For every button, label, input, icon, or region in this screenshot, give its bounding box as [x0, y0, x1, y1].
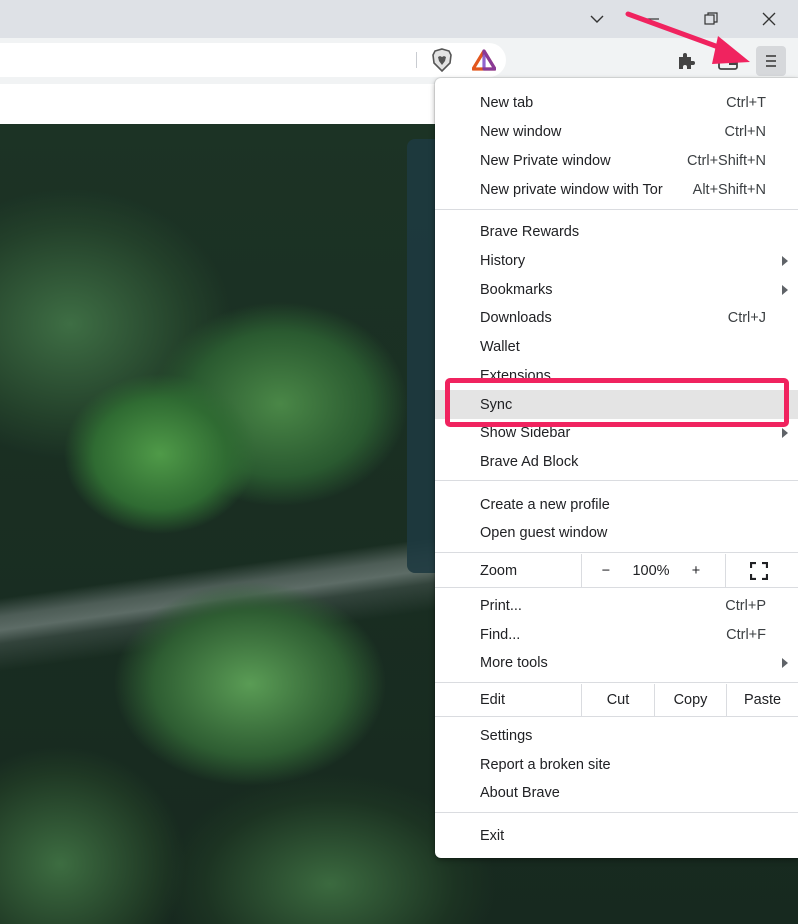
menu-item-create-profile[interactable]: Create a new profile: [435, 490, 798, 519]
brave-shields-button[interactable]: [428, 46, 456, 74]
menu-item-more-tools[interactable]: More tools: [435, 648, 798, 677]
cut-button[interactable]: Cut: [582, 684, 654, 716]
menu-item-brave-ad-block[interactable]: Brave Ad Block: [435, 447, 798, 476]
zoom-divider: [581, 554, 582, 587]
menu-item-shortcut: Ctrl+J: [727, 309, 766, 326]
menu-divider: [435, 812, 798, 813]
zoom-divider: [725, 554, 726, 587]
menu-item-shortcut: Ctrl+T: [726, 94, 766, 111]
menu-item-label: Brave Ad Block: [480, 453, 579, 470]
menu-divider: [435, 682, 798, 683]
menu-divider: [435, 480, 798, 481]
menu-item-label: More tools: [480, 654, 548, 671]
brave-rewards-icon: [472, 49, 496, 71]
zoom-label: Zoom: [480, 562, 518, 579]
menu-divider: [435, 716, 798, 717]
brave-rewards-button[interactable]: [470, 46, 498, 74]
paste-button[interactable]: Paste: [727, 684, 798, 716]
menu-item-label: Exit: [480, 827, 505, 844]
menu-item-history[interactable]: History: [435, 246, 798, 275]
chevron-down-icon: [590, 15, 604, 23]
zoom-out-button[interactable]: −: [591, 554, 621, 587]
menu-item-exit[interactable]: Exit: [435, 821, 798, 850]
menu-item-label: Bookmarks: [480, 281, 553, 298]
pointer-arrow-annotation: [625, 11, 750, 64]
menu-item-label: New private window with Tor: [480, 181, 663, 198]
menu-item-brave-rewards[interactable]: Brave Rewards: [435, 217, 798, 246]
menu-item-label: Print...: [480, 597, 522, 614]
menu-item-label: New window: [480, 123, 562, 140]
menu-item-label: Open guest window: [480, 524, 608, 541]
main-menu-button[interactable]: [756, 46, 786, 76]
address-bar[interactable]: [0, 43, 506, 77]
menu-item-shortcut: Ctrl+P: [725, 597, 766, 614]
submenu-arrow-icon: [782, 657, 788, 668]
menu-divider: [435, 587, 798, 588]
menu-item-new-window[interactable]: New window Ctrl+N: [435, 117, 798, 146]
menu-item-label: Downloads: [480, 309, 552, 326]
menu-item-new-private-window[interactable]: New Private window Ctrl+Shift+N: [435, 146, 798, 175]
menu-item-report-broken-site[interactable]: Report a broken site: [435, 750, 798, 779]
zoom-in-button[interactable]: +: [681, 554, 711, 587]
menu-item-label: Settings: [480, 727, 533, 744]
close-icon: [762, 12, 776, 26]
menu-item-label: About Brave: [480, 784, 560, 801]
menu-item-label: New Private window: [480, 152, 611, 169]
menu-item-guest-window[interactable]: Open guest window: [435, 518, 798, 547]
menu-item-shortcut: Ctrl+Shift+N: [687, 152, 766, 169]
menu-item-label: Create a new profile: [480, 496, 610, 513]
menu-divider: [435, 552, 798, 553]
menu-item-print[interactable]: Print... Ctrl+P: [435, 591, 798, 620]
submenu-arrow-icon: [782, 255, 788, 266]
fullscreen-icon: [750, 561, 768, 580]
menu-item-shortcut: Ctrl+F: [726, 626, 766, 643]
menu-item-label: History: [480, 252, 526, 269]
omnibox-divider: [416, 52, 417, 68]
menu-item-label: Wallet: [480, 338, 520, 355]
menu-item-label: New tab: [480, 94, 534, 111]
menu-item-wallet[interactable]: Wallet: [435, 332, 798, 361]
menu-item-about-brave[interactable]: About Brave: [435, 778, 798, 807]
menu-item-shortcut: Alt+Shift+N: [692, 181, 766, 198]
app-menu: New tab Ctrl+T New window Ctrl+N New Pri…: [435, 78, 798, 858]
zoom-level-value: 100%: [632, 562, 670, 579]
edit-label: Edit: [480, 692, 505, 708]
brave-shields-icon: [432, 48, 452, 72]
fullscreen-button[interactable]: [741, 554, 777, 587]
menu-item-new-tab[interactable]: New tab Ctrl+T: [435, 88, 798, 117]
menu-item-bookmarks[interactable]: Bookmarks: [435, 275, 798, 304]
menu-item-downloads[interactable]: Downloads Ctrl+J: [435, 303, 798, 332]
submenu-arrow-icon: [782, 427, 788, 438]
menu-divider: [435, 209, 798, 210]
tab-search-button[interactable]: [574, 0, 620, 38]
copy-button[interactable]: Copy: [655, 684, 726, 716]
menu-item-label: Brave Rewards: [480, 223, 580, 240]
submenu-arrow-icon: [782, 284, 788, 295]
menu-item-shortcut: Ctrl+N: [724, 123, 767, 140]
menu-item-new-private-window-tor[interactable]: New private window with Tor Alt+Shift+N: [435, 175, 798, 204]
menu-item-label: Find...: [480, 626, 521, 643]
menu-item-find[interactable]: Find... Ctrl+F: [435, 620, 798, 649]
sync-highlight-annotation: [445, 378, 789, 427]
menu-item-settings[interactable]: Settings: [435, 721, 798, 750]
menu-icon: [766, 55, 776, 67]
menu-item-label: Report a broken site: [480, 756, 611, 773]
